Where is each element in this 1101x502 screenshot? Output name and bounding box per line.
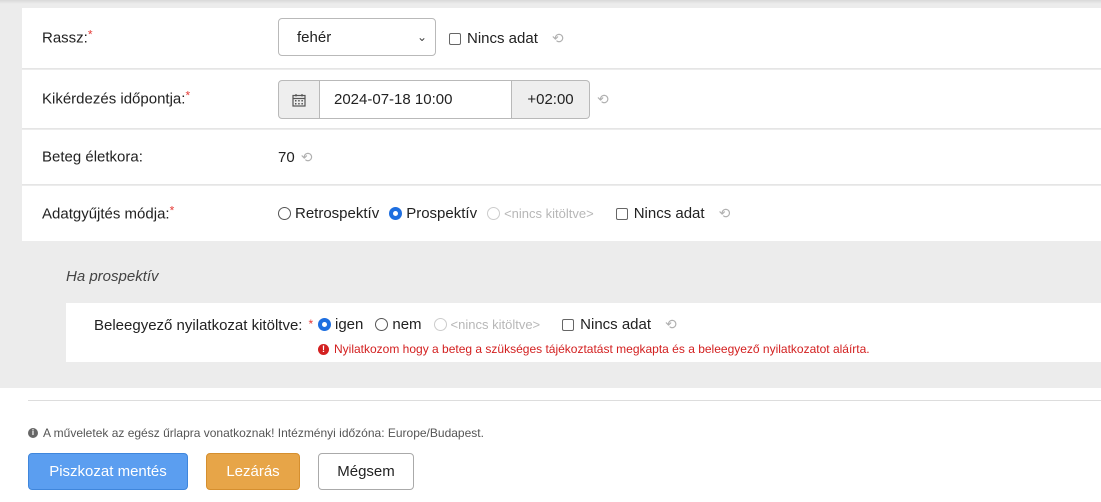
collection-no-data-checkbox[interactable] [615, 207, 628, 220]
consent-radios: igen nem <nincs kitöltve> Nincs adat ⟲ [318, 316, 677, 333]
age-value: 70 [278, 149, 295, 166]
race-no-data-label: Nincs adat [467, 30, 538, 47]
consent-error-message: ! Nyilatkozom hogy a beteg a szükséges t… [318, 342, 870, 356]
interview-datetime-input[interactable]: 2024-07-18 10:00 [320, 80, 512, 119]
top-shadow [0, 0, 1101, 4]
close-button[interactable]: Lezárás [206, 453, 300, 490]
info-circle-icon: i [28, 428, 38, 438]
radio-prospective[interactable] [389, 207, 403, 220]
history-icon[interactable]: ⟲ [552, 30, 564, 47]
option-yes-label: igen [335, 316, 364, 333]
interview-datetime-group: 2024-07-18 10:00 +02:00 [278, 80, 590, 119]
divider [22, 68, 1101, 69]
collection-mode-label: Adatgyűjtés módja:* [42, 203, 175, 223]
consent-label: Beleegyező nyilatkozat kitöltve: * [94, 316, 314, 335]
chevron-down-icon: ⌄ [416, 30, 427, 44]
form-page: Rassz:* fehér ⌄ Nincs adat ⟲ Kikérdezés … [0, 0, 1101, 502]
row-age: Beteg életkora: [22, 130, 1101, 184]
footer-divider [28, 400, 1101, 401]
divider [22, 184, 1101, 185]
divider [22, 128, 1101, 129]
option-not-filled-label: <nincs kitöltve> [450, 317, 541, 332]
option-no-label: nem [392, 316, 422, 333]
draft-save-button[interactable]: Piszkozat mentés [28, 453, 188, 490]
radio-yes[interactable] [318, 318, 331, 331]
option-retrospective-label: Retrospektív [295, 205, 380, 222]
race-select-value: fehér [297, 29, 332, 46]
age-value-group: 70 ⟲ [278, 149, 312, 166]
race-no-data-checkbox[interactable] [449, 32, 461, 45]
interview-time-label: Kikérdezés időpontja:* [42, 88, 191, 108]
radio-not-filled [433, 318, 447, 331]
option-not-filled-label: <nincs kitöltve> [504, 206, 594, 221]
calendar-icon[interactable] [278, 80, 320, 119]
cancel-button[interactable]: Mégsem [318, 453, 414, 490]
race-label: Rassz:* [42, 27, 93, 47]
age-label: Beteg életkora: [42, 148, 143, 166]
consent-error-text: Nyilatkozom hogy a beteg a szükséges táj… [334, 342, 870, 356]
history-icon[interactable]: ⟲ [597, 91, 609, 108]
collection-no-data-label: Nincs adat [633, 205, 705, 222]
error-circle-icon: ! [318, 343, 329, 355]
history-icon[interactable]: ⟲ [719, 205, 731, 222]
consent-no-data-checkbox[interactable] [562, 318, 575, 331]
radio-no[interactable] [375, 318, 389, 331]
footer-info-text: A műveletek az egész űrlapra vonatkoznak… [43, 426, 484, 440]
section-heading: Ha prospektív [66, 268, 159, 285]
history-icon[interactable]: ⟲ [301, 149, 313, 166]
history-icon[interactable]: ⟲ [665, 316, 677, 333]
radio-retrospective[interactable] [278, 207, 291, 220]
collection-mode-radios: Retrospektív Prospektív <nincs kitöltve>… [278, 205, 730, 222]
radio-not-filled [487, 207, 501, 220]
footer-info: i A műveletek az egész űrlapra vonatkozn… [28, 426, 484, 440]
race-select[interactable]: fehér ⌄ [278, 18, 436, 56]
consent-no-data-label: Nincs adat [580, 316, 652, 333]
timezone-addon: +02:00 [512, 80, 590, 119]
option-prospective-label: Prospektív [406, 205, 478, 222]
race-no-data[interactable]: Nincs adat ⟲ [449, 30, 564, 47]
